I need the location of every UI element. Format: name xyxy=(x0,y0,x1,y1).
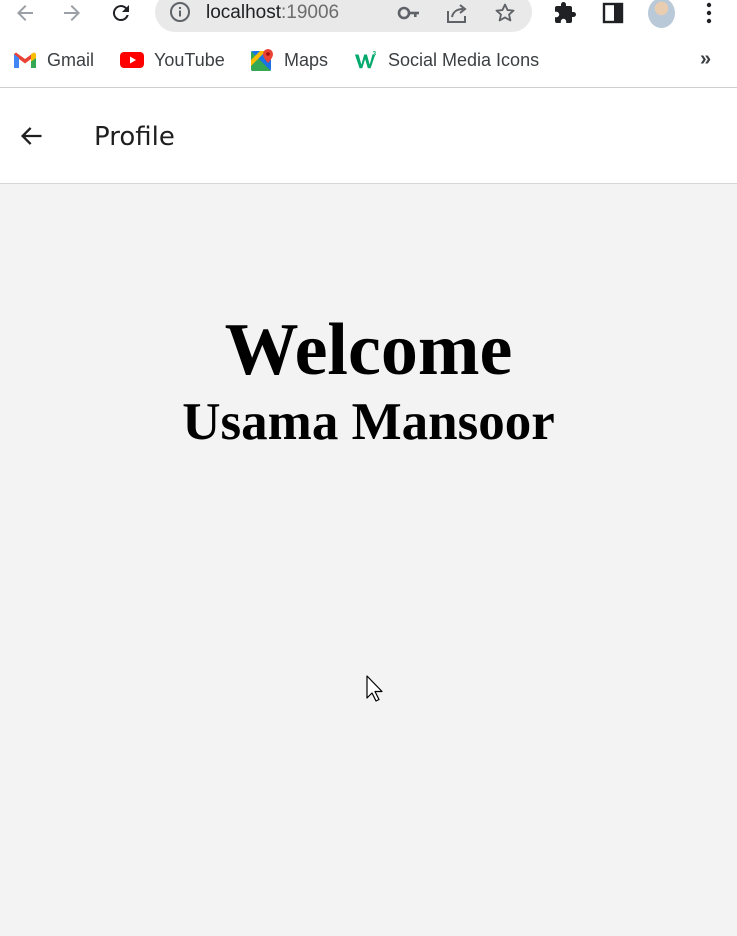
arrow-left-icon xyxy=(20,127,42,145)
bookmark-label: Maps xyxy=(284,49,329,70)
bookmark-label: Gmail xyxy=(47,49,95,70)
puzzle-icon xyxy=(555,2,576,23)
browser-forward-button[interactable] xyxy=(58,0,86,26)
kebab-menu-icon xyxy=(706,2,712,24)
back-button[interactable] xyxy=(14,121,48,151)
bookmark-social-media-icons[interactable]: 3 Social Media Icons xyxy=(354,48,539,72)
star-icon[interactable] xyxy=(493,2,517,24)
address-bar[interactable]: localhost:19006 xyxy=(155,0,532,32)
bookmark-label: YouTube xyxy=(154,49,225,70)
arrow-left-icon xyxy=(17,5,33,21)
share-icon[interactable] xyxy=(445,2,469,24)
bookmark-label: Social Media Icons xyxy=(388,49,540,70)
browser-menu-button[interactable] xyxy=(695,0,723,26)
youtube-icon xyxy=(120,48,144,72)
browser-back-button[interactable] xyxy=(11,0,39,26)
svg-text:3: 3 xyxy=(372,50,376,57)
maps-icon xyxy=(250,48,274,72)
extensions-button[interactable] xyxy=(551,0,579,26)
bookmarks-overflow-button[interactable]: » xyxy=(700,48,711,71)
reload-icon xyxy=(112,5,129,22)
bookmark-youtube[interactable]: YouTube xyxy=(120,48,225,72)
profile-content xyxy=(0,184,737,936)
side-panel-button[interactable] xyxy=(599,0,627,26)
mouse-cursor-icon xyxy=(366,675,383,702)
url-text[interactable]: localhost:19006 xyxy=(206,2,339,24)
profile-avatar[interactable] xyxy=(648,0,675,28)
bookmark-gmail[interactable]: Gmail xyxy=(13,48,94,72)
arrow-right-icon xyxy=(64,5,80,21)
bookmarks-bar: Gmail YouTube Maps 3 Social Media Icons xyxy=(0,34,737,88)
url-port: :19006 xyxy=(281,2,340,23)
bookmark-maps[interactable]: Maps xyxy=(250,48,328,72)
app-header: Profile xyxy=(0,88,737,184)
w3schools-icon: 3 xyxy=(354,48,378,72)
gmail-icon xyxy=(13,48,37,72)
side-panel-icon xyxy=(602,2,624,24)
key-icon[interactable] xyxy=(397,2,421,24)
info-icon[interactable] xyxy=(169,1,191,23)
browser-toolbar: localhost:19006 xyxy=(0,0,737,34)
page-title: Profile xyxy=(94,122,175,152)
user-name: Usama Mansoor xyxy=(182,393,555,451)
welcome-heading: Welcome xyxy=(224,309,513,391)
browser-reload-button[interactable] xyxy=(107,0,135,26)
url-host: localhost xyxy=(206,2,281,23)
